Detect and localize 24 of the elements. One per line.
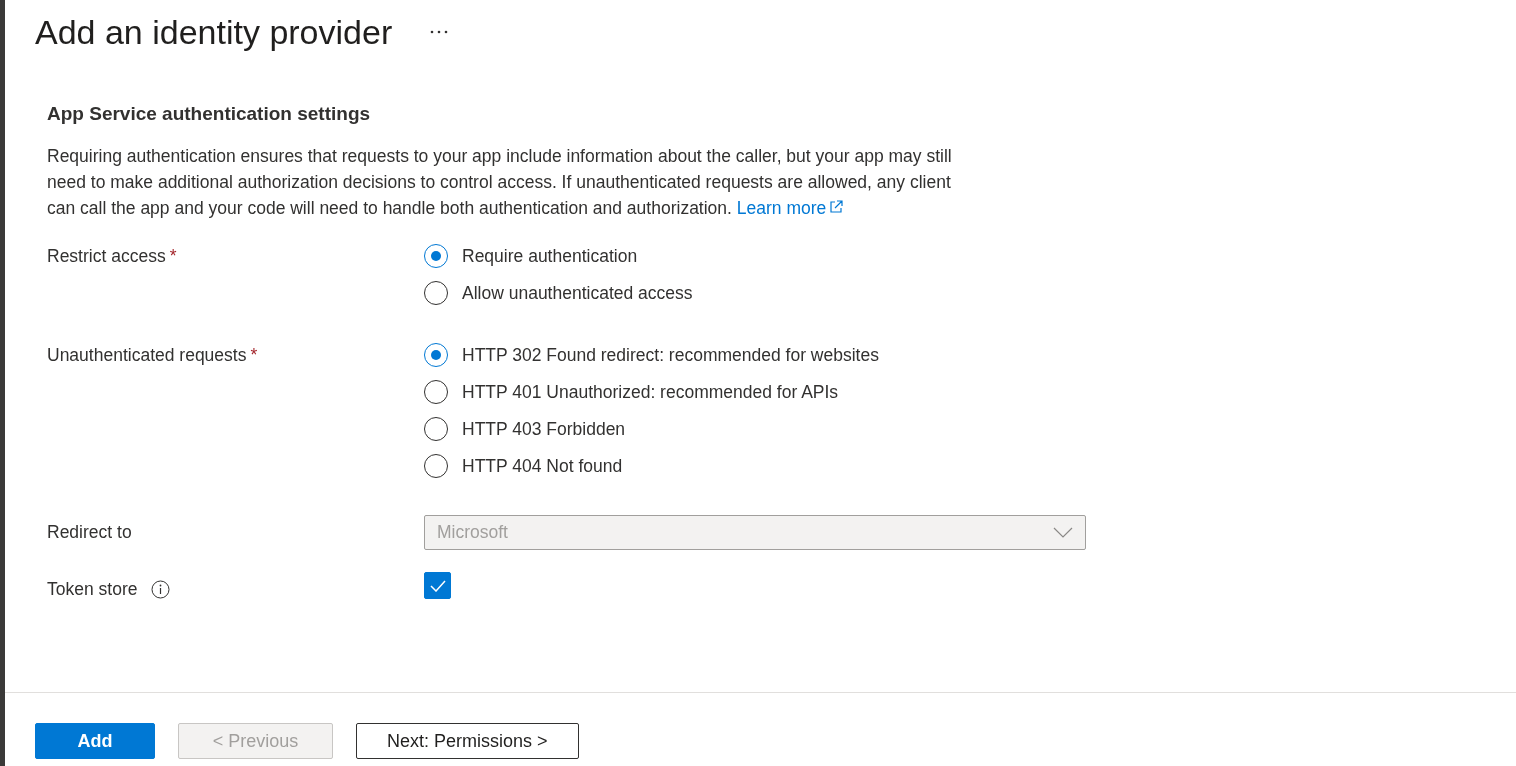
secondary-button[interactable]: Next: Permissions > — [356, 723, 579, 759]
required-mark: * — [250, 344, 258, 367]
section-heading: App Service authentication settings — [47, 103, 372, 125]
page-title: Add an identity provider — [35, 12, 393, 52]
radio-option[interactable]: HTTP 302 Found redirect: recommended for websites — [424, 342, 879, 368]
field-label: Token store — [47, 572, 171, 602]
checkmark-icon — [429, 579, 446, 592]
radio-option[interactable]: HTTP 401 Unauthorized: recommended for APIs — [424, 379, 839, 405]
external-link-icon — [829, 200, 844, 214]
radio-option[interactable]: Require authentication — [424, 243, 638, 269]
checkbox[interactable] — [424, 572, 451, 599]
required-mark: * — [169, 245, 177, 268]
info-icon[interactable] — [151, 579, 171, 599]
radio-option[interactable]: HTTP 404 Not found — [424, 453, 623, 479]
field-label: Unauthenticated requests * — [47, 342, 258, 368]
field-label: Restrict access * — [47, 243, 177, 269]
learn-more-link[interactable]: Learn more — [736, 198, 844, 218]
radio-option[interactable]: Allow unauthenticated access — [424, 280, 693, 306]
field-label: Redirect to — [47, 521, 132, 544]
description-text: Requiring authentication ensures that requests to your app include information about the caller, but your app may still need to make additional authorization decisions to control access. If unauthenticated requests are allowed, any client can call the app and your code will need to handle both authentication and authorization. Learn more — [47, 145, 953, 220]
radio-option[interactable]: HTTP 403 Forbidden — [424, 416, 626, 442]
chevron-down-icon — [1053, 527, 1073, 538]
primary-button[interactable]: Add — [35, 723, 155, 759]
more-icon[interactable] — [430, 30, 449, 34]
